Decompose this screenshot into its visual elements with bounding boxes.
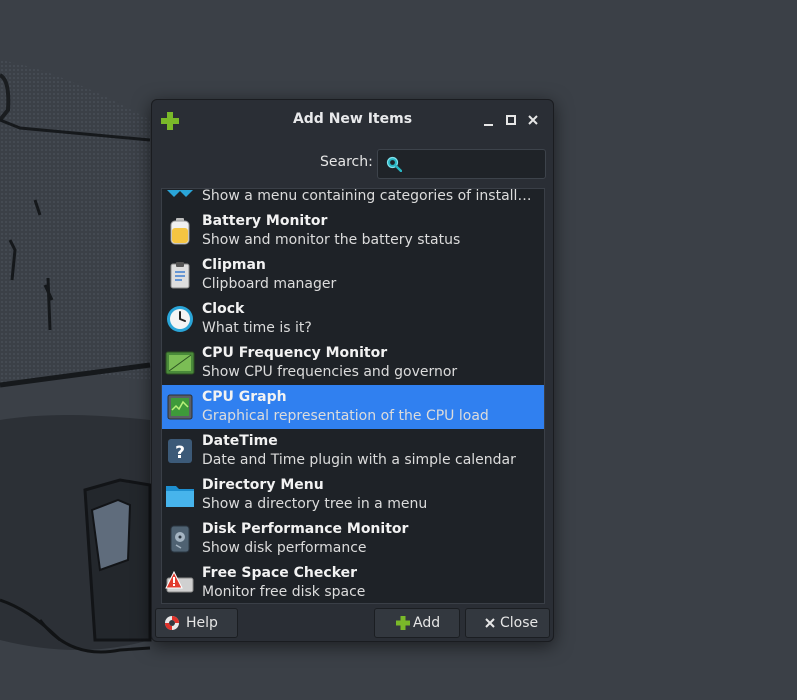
item-description: Graphical representation of the CPU load xyxy=(202,408,489,424)
help-lifebuoy-icon xyxy=(165,616,179,630)
item-description: Show and monitor the battery status xyxy=(202,232,461,248)
applications-menu-icon xyxy=(167,190,193,197)
list-item[interactable]: Directory Menu Show a directory tree in … xyxy=(162,473,544,517)
item-description: Show disk performance xyxy=(202,540,367,556)
list-item[interactable]: Battery Monitor Show and monitor the bat… xyxy=(162,209,544,253)
help-label: Help xyxy=(186,615,218,631)
item-name: Clipman xyxy=(202,257,266,273)
disk-icon xyxy=(170,525,190,553)
search-icon xyxy=(386,156,402,172)
plus-icon xyxy=(396,616,410,630)
list-item[interactable]: Show a menu containing categories of ins… xyxy=(162,188,544,209)
close-window-button[interactable] xyxy=(524,111,542,129)
item-description: What time is it? xyxy=(202,320,312,336)
list-item[interactable]: CPU Frequency Monitor Show CPU frequenci… xyxy=(162,341,544,385)
minimize-button[interactable] xyxy=(480,111,498,129)
battery-icon xyxy=(170,218,190,245)
list-item[interactable]: Clock What time is it? xyxy=(162,297,544,341)
item-description: Show a menu containing categories of ins… xyxy=(202,188,538,204)
item-description: Clipboard manager xyxy=(202,276,337,292)
item-name: Clock xyxy=(202,301,245,317)
close-label: Close xyxy=(500,615,539,631)
cpu-graph-icon xyxy=(167,394,193,420)
search-input[interactable] xyxy=(377,149,546,179)
item-description: Show a directory tree in a menu xyxy=(202,496,428,512)
item-name: CPU Graph xyxy=(202,389,287,405)
free-space-warning-icon xyxy=(165,570,194,593)
search-label: Search: xyxy=(320,154,373,170)
maximize-button[interactable] xyxy=(502,111,520,129)
close-icon xyxy=(485,618,495,628)
item-name: DateTime xyxy=(202,433,278,449)
item-name: Disk Performance Monitor xyxy=(202,521,409,537)
list-item[interactable]: Free Space Checker Monitor free disk spa… xyxy=(162,561,544,603)
item-description: Show CPU frequencies and governor xyxy=(202,364,458,380)
list-item-selected[interactable]: CPU Graph Graphical representation of th… xyxy=(162,385,544,429)
close-button[interactable]: Close xyxy=(465,608,550,638)
datetime-icon: ? xyxy=(168,439,192,463)
clock-icon xyxy=(167,306,193,332)
item-name: Free Space Checker xyxy=(202,565,358,581)
svg-text:?: ? xyxy=(175,443,185,463)
list-item[interactable]: Clipman Clipboard manager xyxy=(162,253,544,297)
list-item[interactable]: ? DateTime Date and Time plugin with a s… xyxy=(162,429,544,473)
add-label: Add xyxy=(413,615,441,631)
plugin-list[interactable]: Show a menu containing categories of ins… xyxy=(161,188,545,604)
list-item[interactable]: Disk Performance Monitor Show disk perfo… xyxy=(162,517,544,561)
item-description: Monitor free disk space xyxy=(202,584,366,600)
title-bar[interactable]: Add New Items xyxy=(152,100,553,140)
item-name: Directory Menu xyxy=(202,477,324,493)
folder-icon xyxy=(166,486,194,507)
add-new-items-dialog: Add New Items Search: Show a menu contai… xyxy=(151,99,554,642)
help-button[interactable]: Help xyxy=(155,608,238,638)
clipboard-icon xyxy=(170,262,190,289)
item-description: Date and Time plugin with a simple calen… xyxy=(202,452,516,468)
add-button[interactable]: Add xyxy=(374,608,460,638)
item-name: CPU Frequency Monitor xyxy=(202,345,388,361)
cpu-frequency-icon xyxy=(165,351,195,375)
item-name: Battery Monitor xyxy=(202,213,328,229)
